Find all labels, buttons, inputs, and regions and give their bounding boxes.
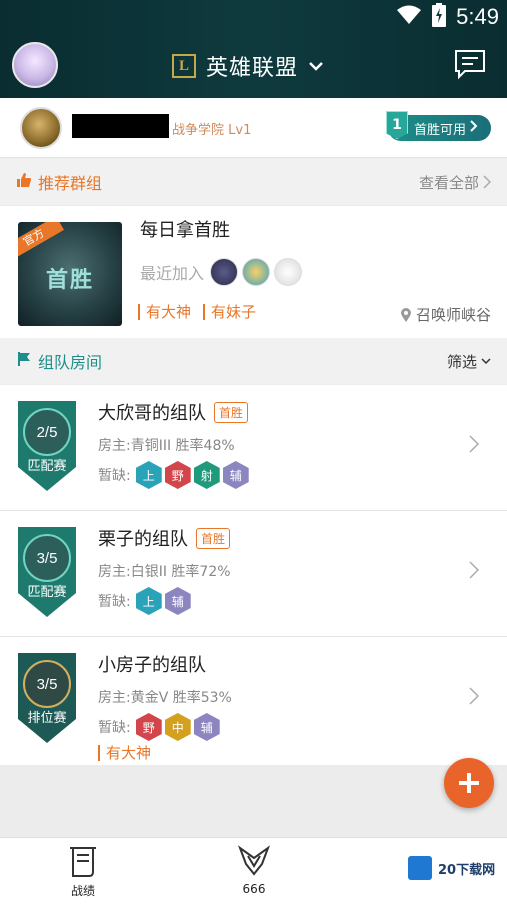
user-avatar[interactable] xyxy=(20,107,62,149)
create-room-button[interactable] xyxy=(444,758,494,808)
watermark-text: 20下载网 xyxy=(438,862,496,878)
missing-label: 暂缺: xyxy=(98,594,131,610)
role-support-icon: 辅 xyxy=(222,461,249,489)
crest-icon xyxy=(237,845,271,876)
room-host: 房主:青铜III 胜率48% xyxy=(98,438,235,454)
official-badge: 官方 xyxy=(18,222,64,260)
watermark-logo: 20下载网 xyxy=(408,856,495,880)
thumbs-up-icon xyxy=(16,172,32,192)
section-title: 推荐群组 xyxy=(38,174,103,193)
first-win-count: 1 xyxy=(386,111,408,139)
first-win-button[interactable]: 1 首胜可用 xyxy=(386,111,491,141)
top-header: 5:49 L 英雄联盟 xyxy=(0,0,507,98)
first-win-badge: 首胜 xyxy=(196,527,231,549)
tab-label: 666 xyxy=(242,882,266,896)
room-tag: 有大神 xyxy=(98,745,151,761)
tab-label: 战绩 xyxy=(70,884,95,898)
role-mid-icon: 中 xyxy=(164,713,191,741)
team-room[interactable]: 2/5 匹配赛 大欣哥的组队 首胜 房主:青铜III 胜率48% 暂缺: 上 野… xyxy=(0,385,507,511)
tab-record[interactable]: 战绩 xyxy=(43,844,123,899)
room-mode: 排位赛 xyxy=(27,711,67,726)
chevron-right-icon xyxy=(470,120,478,136)
plus-icon xyxy=(459,773,479,793)
scroll-icon xyxy=(70,847,96,877)
view-all-label: 查看全部 xyxy=(418,173,479,192)
first-win-badge: 首胜 xyxy=(214,401,249,423)
user-name-redacted xyxy=(72,114,169,138)
group-tags: 有大神 有妹子 xyxy=(138,304,256,320)
status-bar: 5:49 xyxy=(396,0,507,34)
recent-label: 最近加入 xyxy=(140,264,205,283)
chevron-right-icon xyxy=(469,435,480,457)
location-label: 召唤师峡谷 xyxy=(415,306,491,324)
filter-button[interactable]: 筛选 xyxy=(447,351,491,372)
missing-roles: 暂缺: 上 辅 xyxy=(98,587,191,615)
group-location: 召唤师峡谷 xyxy=(400,304,491,325)
room-host: 房主:黄金V 胜率53% xyxy=(98,690,232,706)
room-count: 3/5 xyxy=(36,675,58,693)
view-all-link[interactable]: 查看全部 xyxy=(419,172,491,193)
game-logo: L xyxy=(172,54,196,78)
watermark-icon xyxy=(408,856,432,880)
game-title: 英雄联盟 xyxy=(206,56,299,81)
room-count-badge: 3/5 排位赛 xyxy=(14,647,80,745)
game-selector[interactable]: L 英雄联盟 xyxy=(172,50,324,82)
team-room[interactable]: 3/5 匹配赛 栗子的组队 首胜 房主:白银II 胜率72% 暂缺: 上 辅 xyxy=(0,511,507,637)
member-avatar xyxy=(242,258,271,286)
room-count: 2/5 xyxy=(36,423,58,441)
tab-666[interactable]: 666 xyxy=(214,844,294,896)
location-pin-icon xyxy=(400,307,411,322)
room-count-badge: 2/5 匹配赛 xyxy=(14,395,80,493)
role-support-icon: 辅 xyxy=(193,713,220,741)
member-avatar xyxy=(210,258,239,286)
missing-label: 暂缺: xyxy=(98,468,131,484)
section-title: 组队房间 xyxy=(38,353,103,372)
role-top-icon: 上 xyxy=(135,461,162,489)
member-avatar xyxy=(274,258,303,286)
first-win-label: 首胜可用 xyxy=(414,122,467,138)
missing-label: 暂缺: xyxy=(98,720,131,736)
user-server-level: 战争学院 Lv1 xyxy=(172,123,252,138)
flag-icon xyxy=(16,351,32,371)
room-name: 栗子的组队 xyxy=(98,529,188,550)
message-icon[interactable] xyxy=(453,48,487,84)
recommended-groups-header: 推荐群组 查看全部 xyxy=(0,159,507,205)
room-host: 房主:白银II 胜率72% xyxy=(98,564,231,580)
room-count-badge: 3/5 匹配赛 xyxy=(14,521,80,619)
thumbnail-text: 首胜 xyxy=(45,268,94,293)
group-tag: 有大神 xyxy=(138,304,191,320)
chevron-down-icon xyxy=(308,57,324,76)
role-top-icon: 上 xyxy=(135,587,162,615)
chevron-right-icon xyxy=(469,687,480,709)
chevron-right-icon xyxy=(469,561,480,583)
missing-roles: 暂缺: 上 野 射 辅 xyxy=(98,461,249,489)
group-thumbnail: 官方 首胜 xyxy=(18,222,122,326)
room-name: 小房子的组队 xyxy=(98,655,206,676)
team-rooms-header: 组队房间 筛选 xyxy=(0,338,507,384)
role-adc-icon: 射 xyxy=(193,461,220,489)
room-name: 大欣哥的组队 xyxy=(98,403,206,424)
room-count: 3/5 xyxy=(36,549,58,567)
wifi-icon xyxy=(396,5,422,29)
profile-avatar[interactable] xyxy=(12,42,58,88)
missing-roles: 暂缺: 野 中 辅 xyxy=(98,713,220,741)
filter-label: 筛选 xyxy=(446,352,477,371)
role-jungle-icon: 野 xyxy=(135,713,162,741)
user-info-row: 战争学院 Lv1 1 首胜可用 xyxy=(0,98,507,158)
group-tag: 有妹子 xyxy=(203,304,256,320)
chevron-down-icon xyxy=(481,358,491,365)
group-name: 每日拿首胜 xyxy=(140,220,230,241)
room-mode: 匹配赛 xyxy=(27,459,67,474)
chevron-right-icon xyxy=(483,175,491,189)
battery-icon xyxy=(432,3,447,31)
room-mode: 匹配赛 xyxy=(27,585,67,600)
team-room[interactable]: 3/5 排位赛 小房子的组队 房主:黄金V 胜率53% 暂缺: 野 中 辅 有大… xyxy=(0,637,507,765)
role-support-icon: 辅 xyxy=(164,587,191,615)
role-jungle-icon: 野 xyxy=(164,461,191,489)
recent-joined: 最近加入 xyxy=(140,258,303,286)
status-time: 5:49 xyxy=(456,4,499,29)
